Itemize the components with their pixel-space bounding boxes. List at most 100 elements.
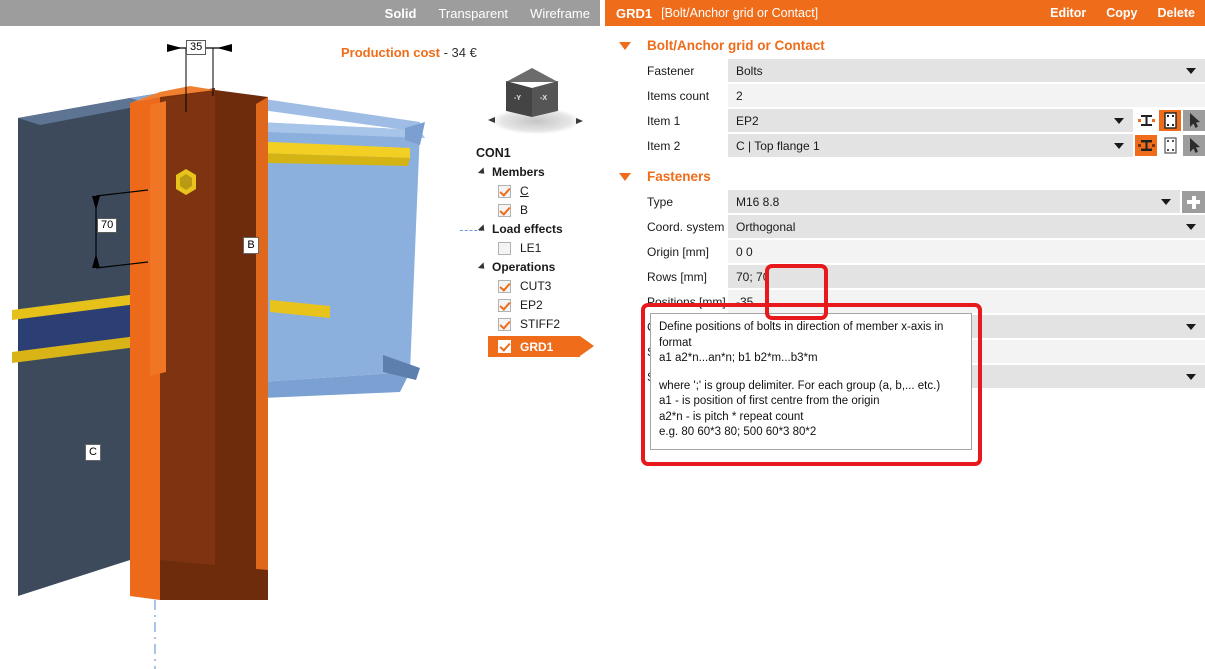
rows-mm-input[interactable]: 70; 70 [728,265,1205,288]
i-beam-section-icon [1138,139,1155,152]
row-items-count: Items count 2 [605,84,1205,107]
tree-root-con1[interactable]: CON1 [472,146,597,160]
tooltip-spacer [659,367,963,379]
item1-select-cursor-button[interactable] [1183,110,1205,131]
copy-button[interactable]: Copy [1106,6,1137,20]
checkbox-stiff2[interactable] [498,318,511,331]
collapse-triangle-icon[interactable] [478,167,487,176]
items-count-field[interactable]: 2 [728,84,1205,107]
view-mode-toolbar[interactable]: Solid Transparent Wireframe [0,0,600,26]
tree-item-c[interactable]: C [472,184,597,198]
tooltip-line-1: Define positions of bolts in direction o… [659,320,963,336]
bolt-type-value: M16 8.8 [736,195,779,209]
collapse-triangle-icon[interactable] [478,224,487,233]
tree-group-load-effects[interactable]: Load effects [472,222,597,236]
chevron-down-icon[interactable] [619,173,631,181]
items-count-value: 2 [736,89,743,103]
origin-value: 0 0 [736,245,753,259]
chevron-down-icon[interactable] [1186,68,1196,74]
panel-header-subtitle: [Bolt/Anchor grid or Contact] [661,6,818,20]
chevron-down-icon[interactable] [1161,199,1171,205]
navcube-arrow-right-icon[interactable] [576,118,583,124]
plate-outline-icon [1164,112,1177,129]
checkbox-c[interactable] [498,185,511,198]
view-mode-transparent[interactable]: Transparent [438,7,508,20]
row-item1: Item 1 EP2 [605,109,1205,132]
production-cost-value: 34 € [452,45,477,60]
chevron-down-icon[interactable] [1114,143,1124,149]
production-cost: Production cost - 34 € [341,45,477,60]
row-rows-mm-label: Rows [mm] [605,270,728,284]
tree-item-le1[interactable]: LE1 [472,241,597,255]
tree-group-operations[interactable]: Operations [472,260,597,274]
tree-item-grd1[interactable]: GRD1 [488,336,580,357]
item2-select-cursor-button[interactable] [1183,135,1205,156]
navigation-cube[interactable]: -Y -X [482,62,592,142]
member-tag-b: B [243,237,259,254]
tree-group-members[interactable]: Members [472,165,597,179]
checkbox-le1[interactable] [498,242,511,255]
row-fastener-label: Fastener [605,64,728,78]
item1-plate-icon-button[interactable] [1159,110,1181,131]
chevron-down-icon[interactable] [619,42,631,50]
row-rows-mm: Rows [mm] 70; 70 [605,265,1205,288]
checkbox-cut3[interactable] [498,280,511,293]
tree-item-b[interactable]: B [472,203,597,217]
tree-group-operations-label: Operations [492,260,555,274]
tree-item-grd1-label: GRD1 [520,340,553,354]
tooltip-line-2: format [659,336,963,352]
dimension-label-35: 35 [186,40,206,55]
cursor-arrow-icon [1189,138,1200,153]
tree-item-c-label: C [520,184,529,198]
positions-tooltip: Define positions of bolts in direction o… [650,313,972,450]
row-item2: Item 2 C | Top flange 1 [605,134,1205,157]
item2-value: C | Top flange 1 [736,139,820,153]
chevron-down-icon[interactable] [1186,374,1196,380]
rows-mm-value: 70; 70 [736,270,769,284]
navcube-top-face[interactable] [506,68,558,82]
production-cost-label: Production cost [341,45,440,60]
tree-item-b-label: B [520,203,528,217]
section-grid-header[interactable]: Bolt/Anchor grid or Contact [605,38,1205,53]
checkbox-grd1[interactable] [498,340,511,353]
row-fastener: Fastener Bolts [605,59,1205,82]
coord-system-select[interactable]: Orthogonal [728,215,1205,238]
view-mode-wireframe[interactable]: Wireframe [530,7,590,20]
row-positions-mm-label: Positions [mm] [605,295,728,309]
section-fasteners-header[interactable]: Fasteners [605,169,1205,184]
navcube-label-right: -X [540,95,547,102]
navcube-label-left: -Y [514,95,521,102]
add-bolt-type-button[interactable] [1182,191,1205,213]
tree-item-stiff2[interactable]: STIFF2 [472,317,597,331]
item2-section-icon-button[interactable] [1135,135,1157,156]
tree-item-cut3[interactable]: CUT3 [472,279,597,293]
cursor-arrow-icon [1189,113,1200,128]
checkbox-ep2[interactable] [498,299,511,312]
item1-select[interactable]: EP2 [728,109,1133,132]
delete-button[interactable]: Delete [1157,6,1195,20]
dimension-label-70: 70 [97,218,117,233]
coord-system-value: Orthogonal [736,220,795,234]
tree-item-ep2[interactable]: EP2 [472,298,597,312]
item1-value: EP2 [736,114,759,128]
editor-button[interactable]: Editor [1050,6,1086,20]
3d-viewport[interactable]: Solid Transparent Wireframe Production c… [0,0,600,669]
bolt-type-select[interactable]: M16 8.8 [728,190,1180,213]
item1-section-icon-button[interactable] [1135,110,1157,131]
production-cost-separator: - [444,45,448,60]
collapse-triangle-icon[interactable] [478,262,487,271]
origin-input[interactable]: 0 0 [728,240,1205,263]
chevron-down-icon[interactable] [1186,324,1196,330]
model-tree[interactable]: CON1 Members C B Load effects LE1 [472,146,597,362]
chevron-down-icon[interactable] [1114,118,1124,124]
chevron-down-icon[interactable] [1186,224,1196,230]
checkbox-b[interactable] [498,204,511,217]
navcube-arrow-left-icon[interactable] [488,117,495,123]
item2-plate-icon-button[interactable] [1159,135,1181,156]
fastener-select[interactable]: Bolts [728,59,1205,82]
tree-item-cut3-label: CUT3 [520,279,551,293]
item2-select[interactable]: C | Top flange 1 [728,134,1133,157]
positions-mm-input[interactable]: -35 [728,290,1205,313]
view-mode-solid[interactable]: Solid [385,7,417,20]
tooltip-line-7: e.g. 80 60*3 80; 500 60*3 80*2 [659,425,963,441]
